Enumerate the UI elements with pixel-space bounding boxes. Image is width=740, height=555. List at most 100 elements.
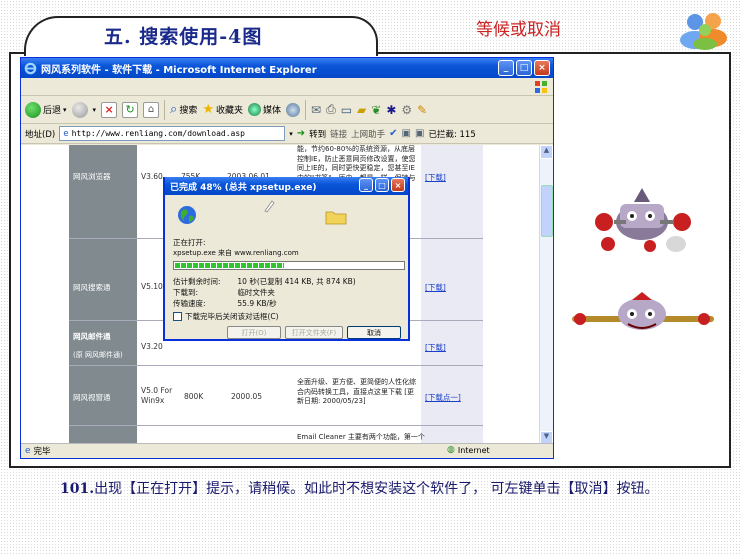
status-bar: e 完毕 ◍ Internet <box>21 443 553 458</box>
download-progress-bar <box>173 261 405 270</box>
scroll-thumb[interactable] <box>541 185 553 237</box>
download-to-label: 下载到: <box>173 288 199 297</box>
browser-toolbar: 后退 ▾ ▾ × ↻ ⌂ ⌕ 搜索 ★ 收藏夹 媒体 ✉ ⎙ ▭ ▰ ❦ ✱ ⚙… <box>21 96 553 124</box>
refresh-icon[interactable]: ↻ <box>122 101 139 118</box>
table-row-name: 网风视窗通 <box>73 393 111 402</box>
address-bar: 地址(D) e http://www.renliang.com/download… <box>21 124 553 144</box>
download-dialog-title: 已完成 48% (总共 xpsetup.exe) <box>170 182 317 193</box>
close-on-complete-label: 下载完毕后关闭该对话框(C) <box>185 312 279 321</box>
address-dropdown-icon[interactable]: ▾ <box>289 130 293 138</box>
table-row-desc: 全面升级、更方便、更简便的人性化综合内码转换工具，直接点这里下载 [更新日期: … <box>297 378 416 405</box>
mail-icon[interactable]: ✉ <box>311 103 321 117</box>
open-button[interactable]: 打开(O) <box>227 326 281 339</box>
star-icon: ★ <box>202 102 214 117</box>
globe-icon <box>178 206 196 224</box>
favorites-label: 收藏夹 <box>216 106 244 116</box>
table-row-version: V3.20 <box>141 342 163 351</box>
toolbar-separator <box>164 99 166 120</box>
download-dialog: 已完成 48% (总共 xpsetup.exe) _ □ × 正在打开: xps… <box>163 177 410 341</box>
open-folder-button[interactable]: 打开文件夹(F) <box>285 326 343 339</box>
stop-icon[interactable]: × <box>101 101 118 118</box>
slide-title: 五. 搜索使用-4图 <box>104 26 263 48</box>
corner-note: 等候或取消 <box>476 20 561 40</box>
browser-window-title: 网风系列软件 - 软件下载 - Microsoft Internet Explo… <box>41 64 317 76</box>
search-icon: ⌕ <box>170 102 178 117</box>
table-row-size: 800K <box>184 392 204 401</box>
print-icon[interactable]: ⎙ <box>326 102 336 117</box>
internet-globe-icon: ◍ <box>447 445 455 455</box>
settings-gear-icon[interactable]: ⚙ <box>401 103 412 117</box>
search-label: 搜索 <box>179 106 198 116</box>
page-icon: e <box>63 128 69 139</box>
table-row-subname: (原 网风邮件通) <box>73 351 123 359</box>
browser-titlebar[interactable]: 网风系列软件 - 软件下载 - Microsoft Internet Explo… <box>21 58 553 78</box>
search-button[interactable]: ⌕ 搜索 <box>170 102 197 117</box>
toolbar-separator <box>305 99 307 120</box>
windows-flag-icon <box>535 81 547 93</box>
maximize-button[interactable]: □ <box>516 60 532 76</box>
address-url: http://www.renliang.com/download.asp <box>71 129 245 138</box>
table-row-download-link[interactable]: [下载] <box>425 282 446 293</box>
address-label: 地址(D) <box>25 129 56 140</box>
translate-icon[interactable]: ✔ <box>389 128 397 139</box>
checkbox-box[interactable] <box>173 312 182 321</box>
popup-icon[interactable]: ▣ <box>402 128 411 139</box>
media-button[interactable]: 媒体 <box>248 103 281 116</box>
robot-creature-icon <box>595 188 691 252</box>
status-text: 完毕 <box>33 447 51 457</box>
speed-value: 55.9 KB/秒 <box>237 299 277 308</box>
table-row-download-link[interactable]: [下载] <box>425 172 446 183</box>
scroll-up-button[interactable]: ▲ <box>540 145 553 159</box>
table-row-name: 网风浏览器 <box>73 172 111 181</box>
dialog-close-button[interactable]: × <box>391 178 405 192</box>
msn-people-icon <box>680 13 727 50</box>
table-row-download-link[interactable]: [下载点一] <box>425 392 461 403</box>
speed-label: 传输速度: <box>173 299 206 308</box>
close-button[interactable]: × <box>534 60 550 76</box>
back-arrow-icon <box>25 101 41 118</box>
dialog-maximize-button[interactable]: □ <box>375 178 389 192</box>
research-icon[interactable]: ✎ <box>417 103 427 117</box>
forward-arrow-icon[interactable] <box>71 101 88 118</box>
media-label: 媒体 <box>263 106 282 116</box>
table-row-download-link[interactable]: [下载] <box>425 342 446 353</box>
address-input[interactable]: e http://www.renliang.com/download.asp <box>59 126 286 141</box>
table-row-desc: Email Cleaner 主要有两个功能，第一个 <box>297 433 425 441</box>
download-dialog-titlebar[interactable]: 已完成 48% (总共 xpsetup.exe) _ □ × <box>165 177 408 195</box>
minimize-button[interactable]: _ <box>498 60 514 76</box>
caption-number: 101. <box>60 481 95 497</box>
cancel-button[interactable]: 取消 <box>347 326 401 339</box>
table-row-date: 2000.05 <box>231 392 263 401</box>
home-icon[interactable]: ⌂ <box>143 101 160 118</box>
go-button[interactable]: 转到 <box>309 128 326 140</box>
back-button[interactable]: 后退 ▾ <box>25 101 67 118</box>
folder-icon <box>325 211 347 225</box>
table-row-version: V5.10 <box>141 282 163 291</box>
flying-paper-icon <box>264 200 275 213</box>
table-row-name: 网风搜索通 <box>73 283 111 292</box>
back-label: 后退 <box>43 106 62 116</box>
tool-icon[interactable]: ✱ <box>386 103 396 117</box>
go-arrow-icon[interactable]: ➜ <box>297 128 305 139</box>
progress-fill <box>175 263 285 268</box>
links-button[interactable]: 链接 <box>330 128 347 140</box>
remaining-time-label: 估计剩余时间: <box>173 277 221 286</box>
close-on-complete-checkbox[interactable]: 下载完毕后关闭该对话框(C) <box>173 311 279 322</box>
favorites-button[interactable]: ★ 收藏夹 <box>202 102 243 117</box>
messenger-icon[interactable]: ❦ <box>371 103 381 117</box>
folder-icon[interactable]: ▰ <box>357 103 366 117</box>
vertical-scrollbar[interactable]: ▲ ▼ <box>539 145 553 445</box>
caption-text: 出现【正在打开】提示，请稍候。如此时不想安装这个软件了， 可左键单击【取消】按钮… <box>94 481 659 497</box>
table-row-version: V5.0 For Win9x <box>141 386 173 405</box>
media-icon <box>248 103 262 116</box>
upload-assistant-button[interactable]: 上网助手 <box>351 128 385 140</box>
caption: 101.出现【正在打开】提示，请稍候。如此时不想安装这个软件了， 可左键单击【取… <box>16 478 728 500</box>
dialog-minimize-button[interactable]: _ <box>359 178 373 192</box>
block-icon[interactable]: ▣ <box>415 128 424 139</box>
blocked-count: 已拦截: 115 <box>428 129 476 140</box>
file-source: xpsetup.exe 来自 www.renliang.com <box>173 249 299 257</box>
history-icon[interactable] <box>286 102 301 117</box>
table-row-version: V3.60 <box>141 172 163 181</box>
opening-label: 正在打开: <box>173 238 206 247</box>
edit-icon[interactable]: ▭ <box>341 103 352 117</box>
